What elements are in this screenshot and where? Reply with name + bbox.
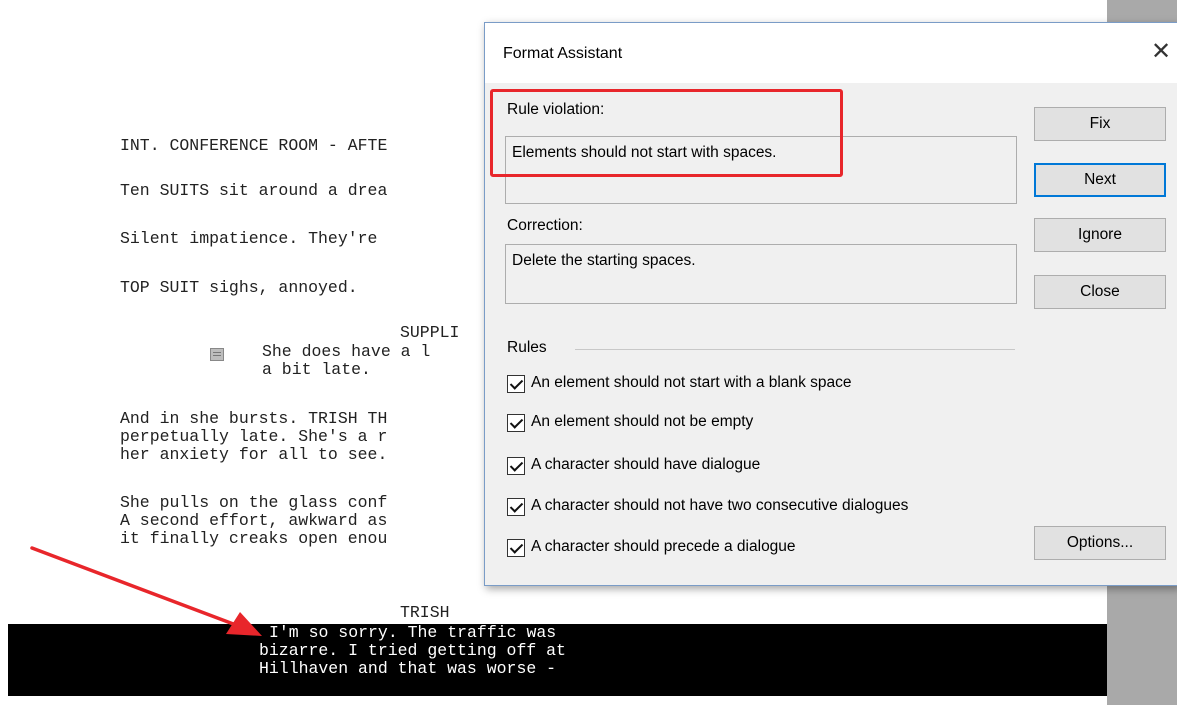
dialogue-line[interactable]: I'm so sorry. The traffic was: [269, 624, 556, 642]
character-name[interactable]: SUPPLI: [400, 324, 459, 342]
fix-button[interactable]: Fix: [1034, 107, 1166, 141]
selected-dialogue-block[interactable]: [8, 624, 1107, 696]
action-line[interactable]: it finally creaks open enou: [120, 530, 387, 548]
correction-field[interactable]: Delete the starting spaces.: [505, 244, 1017, 304]
rule-label: A character should precede a dialogue: [531, 538, 796, 555]
annotation-highlight-box: [490, 89, 843, 177]
rule-label: A character should not have two consecut…: [531, 497, 909, 514]
character-name[interactable]: TRISH: [400, 604, 450, 622]
close-icon[interactable]: ✕: [1146, 37, 1176, 67]
options-button[interactable]: Options...: [1034, 526, 1166, 560]
action-line[interactable]: Silent impatience. They're: [120, 230, 377, 248]
action-line[interactable]: She pulls on the glass conf: [120, 494, 387, 512]
action-line[interactable]: A second effort, awkward as: [120, 512, 387, 530]
dialogue-line[interactable]: She does have a l: [262, 343, 430, 361]
dialogue-line[interactable]: Hillhaven and that was worse -: [259, 660, 556, 678]
close-button[interactable]: Close: [1034, 275, 1166, 309]
action-line[interactable]: TOP SUIT sighs, annoyed.: [120, 279, 358, 297]
checkbox-checked-icon[interactable]: [507, 539, 525, 557]
action-line[interactable]: And in she bursts. TRISH TH: [120, 410, 387, 428]
ignore-button[interactable]: Ignore: [1034, 218, 1166, 252]
rule-label: An element should not be empty: [531, 413, 754, 430]
checkbox-checked-icon[interactable]: [507, 457, 525, 475]
rule-label: A character should have dialogue: [531, 456, 761, 473]
rules-divider: [575, 349, 1015, 350]
script-note-icon[interactable]: [210, 348, 224, 361]
action-line[interactable]: perpetually late. She's a r: [120, 428, 387, 446]
action-line[interactable]: her anxiety for all to see.: [120, 446, 387, 464]
checkbox-checked-icon[interactable]: [507, 375, 525, 393]
checkbox-checked-icon[interactable]: [507, 498, 525, 516]
action-line[interactable]: Ten SUITS sit around a drea: [120, 182, 387, 200]
dialogue-line[interactable]: bizarre. I tried getting off at: [259, 642, 566, 660]
scene-heading[interactable]: INT. CONFERENCE ROOM - AFTE: [120, 137, 387, 155]
correction-label: Correction:: [507, 217, 583, 234]
dialog-titlebar[interactable]: Format Assistant ✕: [485, 23, 1177, 83]
rules-group-label: Rules: [507, 339, 547, 356]
rule-label: An element should not start with a blank…: [531, 374, 852, 391]
checkbox-checked-icon[interactable]: [507, 414, 525, 432]
dialogue-line[interactable]: a bit late.: [262, 361, 371, 379]
dialog-title: Format Assistant: [503, 45, 623, 62]
next-button[interactable]: Next: [1034, 163, 1166, 197]
correction-text: Delete the starting spaces.: [512, 252, 696, 269]
